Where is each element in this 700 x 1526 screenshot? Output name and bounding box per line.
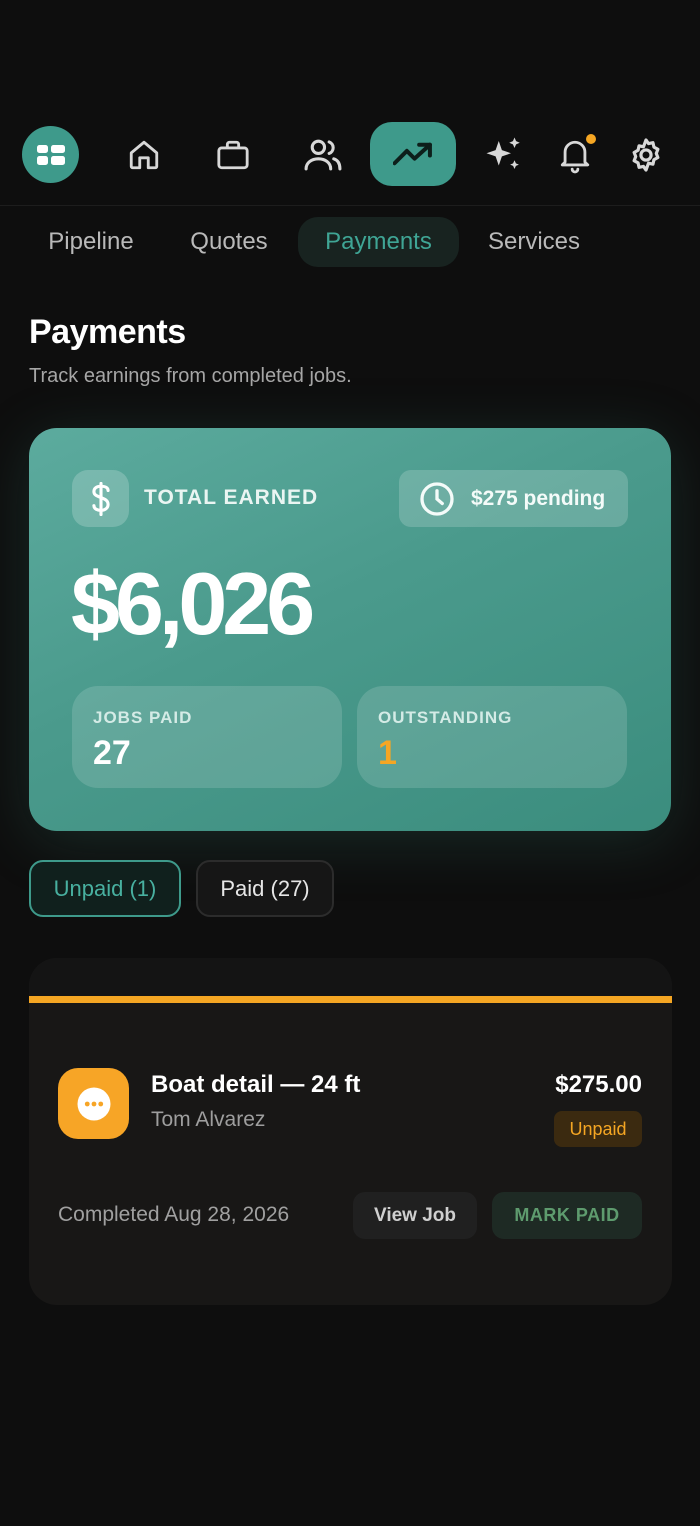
job-title: Boat detail — 24 ft	[151, 1071, 361, 1098]
nav-divider	[0, 205, 700, 206]
status-badge: Unpaid	[554, 1111, 642, 1147]
stat-value: 27	[93, 734, 131, 772]
top-navigation	[0, 105, 700, 205]
job-payment-card[interactable]: Boat detail — 24 ft Tom Alvarez $275.00 …	[29, 958, 672, 1305]
home-icon[interactable]	[118, 132, 170, 178]
card-header	[29, 958, 672, 996]
filter-paid[interactable]: Paid (27)	[196, 860, 334, 917]
trending-up-icon[interactable]	[370, 122, 456, 186]
earnings-summary-card: TOTAL EARNED $275 pending $6,026 JOBS PA…	[29, 428, 671, 831]
filter-unpaid[interactable]: Unpaid (1)	[29, 860, 181, 917]
dashboard-logo-icon[interactable]	[22, 126, 79, 183]
gear-icon[interactable]	[622, 132, 670, 178]
tab-payments[interactable]: Payments	[298, 217, 459, 267]
stat-label: OUTSTANDING	[378, 708, 513, 727]
stat-label: JOBS PAID	[93, 708, 193, 727]
tab-pipeline[interactable]: Pipeline	[26, 217, 156, 267]
page-subtitle: Track earnings from completed jobs.	[29, 365, 352, 387]
jobs-paid-stat: JOBS PAID 27	[72, 686, 342, 788]
page-title: Payments	[29, 313, 186, 351]
view-job-button[interactable]: View Job	[353, 1192, 477, 1239]
stat-value: 1	[378, 734, 397, 772]
clock-icon	[420, 481, 454, 516]
notification-dot	[586, 134, 596, 144]
completed-date: Completed Aug 28, 2026	[58, 1203, 290, 1226]
pending-badge: $275 pending	[399, 470, 628, 527]
section-tabs: Pipeline Quotes Payments Services	[0, 217, 700, 267]
total-earned-value: $6,026	[71, 554, 315, 653]
more-icon	[58, 1068, 129, 1139]
briefcase-icon[interactable]	[207, 132, 259, 178]
total-earned-label: TOTAL EARNED	[144, 486, 319, 509]
dollar-icon	[72, 470, 129, 527]
pending-amount: $275 pending	[471, 486, 606, 510]
outstanding-stat: OUTSTANDING 1	[357, 686, 627, 788]
mark-paid-button[interactable]: MARK PAID	[492, 1192, 642, 1239]
bell-icon[interactable]	[552, 132, 598, 178]
status-stripe	[29, 996, 672, 1003]
tab-services[interactable]: Services	[468, 217, 600, 267]
users-icon[interactable]	[296, 132, 350, 178]
job-client: Tom Alvarez	[151, 1108, 266, 1131]
sparkles-icon[interactable]	[478, 132, 530, 178]
tab-quotes[interactable]: Quotes	[170, 217, 288, 267]
job-amount: $275.00	[555, 1071, 642, 1098]
